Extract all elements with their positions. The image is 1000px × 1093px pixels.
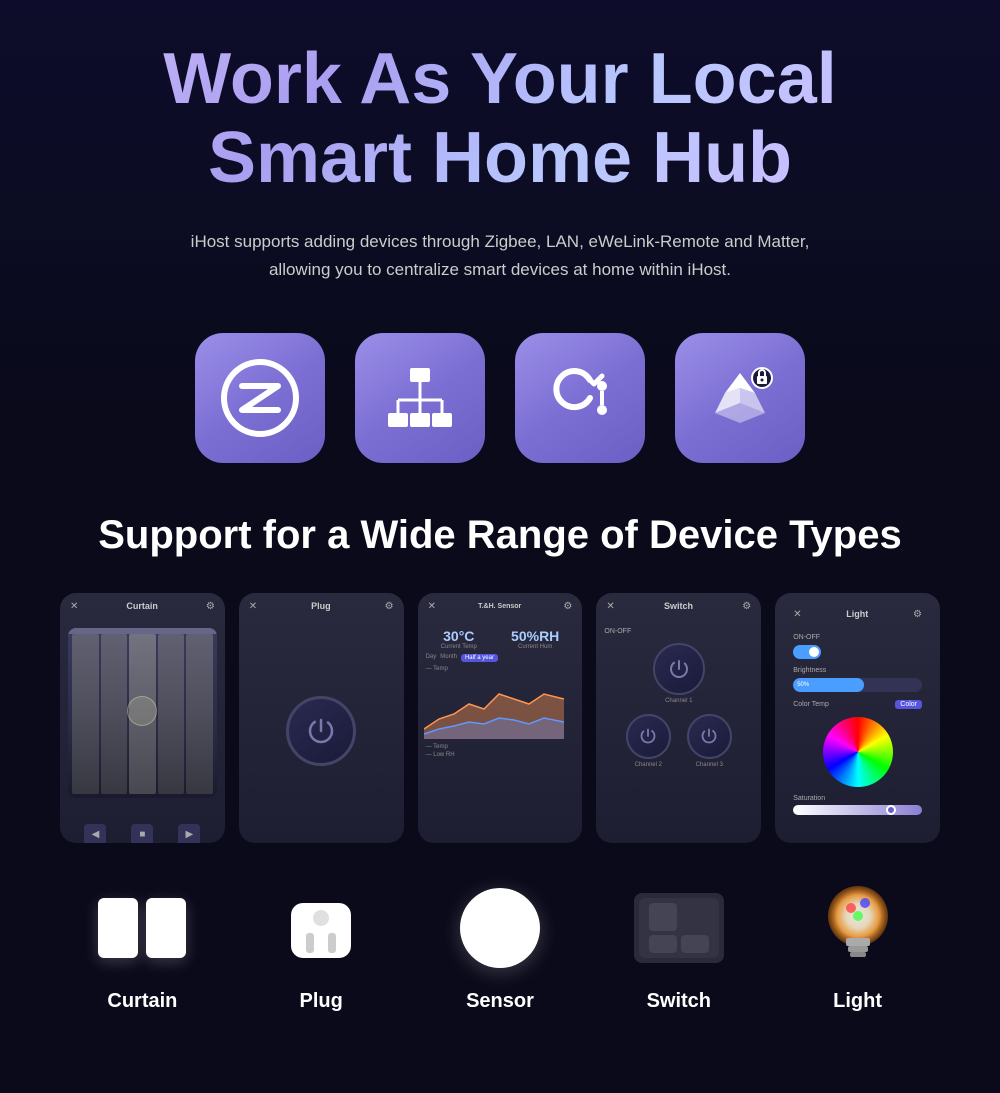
half-year-tab[interactable]: Half a year <box>461 654 498 662</box>
ewelink-icon-wrapper <box>515 333 645 463</box>
light-device-label: Light <box>833 990 882 1013</box>
color-tab[interactable]: Color <box>895 700 922 709</box>
light-gear-icon[interactable]: ⚙ <box>913 609 922 620</box>
channel3-power-icon <box>700 727 718 745</box>
sensor-gear-icon[interactable]: ⚙ <box>563 601 572 612</box>
sensor-card-header: ✕ T.&H. Sensor ⚙ <box>418 593 583 620</box>
switch-gear-icon[interactable]: ⚙ <box>742 601 751 612</box>
light-toggle[interactable] <box>793 645 821 659</box>
matter-icon-wrapper <box>675 333 805 463</box>
sensor-card: ✕ T.&H. Sensor ⚙ 30°C Current Temp 50%RH… <box>418 593 583 843</box>
device-cards-row: ✕ Curtain ⚙ <box>60 593 940 843</box>
channel2-power-icon <box>639 727 657 745</box>
curtain-card-title: Curtain <box>126 601 158 611</box>
device-items-row: Curtain Plug Se <box>60 878 940 1013</box>
temp-legend: — Temp <box>426 666 448 672</box>
curtain-gear-icon[interactable]: ⚙ <box>206 601 215 612</box>
humidity-label: Current Hum <box>511 644 559 650</box>
saturation-bar[interactable] <box>793 805 922 815</box>
curtain-device-image <box>82 878 202 978</box>
curtain-close-icon[interactable]: ✕ <box>70 601 78 612</box>
temp-label: Current Temp <box>441 644 477 650</box>
protocol-icons-row <box>60 333 940 463</box>
switch-card: ✕ Switch ⚙ ON-OFF Channel 1 <box>596 593 761 843</box>
light-device-item: Light <box>775 878 940 1013</box>
section-title: Support for a Wide Range of Device Types <box>60 513 940 558</box>
switch-on-off-label: ON-OFF <box>604 628 753 635</box>
sensor-device-label: Sensor <box>466 990 534 1013</box>
color-wheel[interactable] <box>823 717 893 787</box>
matter-icon <box>700 358 780 438</box>
month-tab[interactable]: Month <box>440 654 457 662</box>
light-controls: ON-OFF Brightness 50% <box>783 628 932 821</box>
sensor-device-image <box>440 878 560 978</box>
plug-card-title: Plug <box>311 601 331 611</box>
sensor-card-title: T.&H. Sensor <box>478 603 521 610</box>
temp-legend-2: — Temp <box>426 744 575 750</box>
zigbee-icon-wrapper <box>195 333 325 463</box>
brightness-value: 50% <box>797 682 809 688</box>
temp-value: 30°C <box>441 628 477 644</box>
sensor-device-item: Sensor <box>418 878 583 1013</box>
channel1-power-icon <box>668 658 690 680</box>
curtain-card-header: ✕ Curtain ⚙ <box>60 593 225 620</box>
plug-gear-icon[interactable]: ⚙ <box>385 601 394 612</box>
light-on-off-label: ON-OFF <box>793 634 922 641</box>
brightness-label: Brightness <box>793 667 922 674</box>
power-icon <box>306 716 336 746</box>
day-tab[interactable]: Day <box>426 654 437 662</box>
lan-icon <box>380 358 460 438</box>
color-temp-label: Color Temp <box>793 701 829 708</box>
sensor-chart <box>418 674 583 744</box>
plug-card-header: ✕ Plug ⚙ <box>239 593 404 620</box>
plug-device-label: Plug <box>300 990 343 1013</box>
saturation-label: Saturation <box>793 795 922 802</box>
plug-device-image <box>261 878 381 978</box>
channel1-button[interactable] <box>653 643 705 695</box>
switch-card-header: ✕ Switch ⚙ <box>596 593 761 620</box>
ewelink-icon <box>540 358 620 438</box>
curtain-device-label: Curtain <box>107 990 177 1013</box>
switch-channels-row: Channel 2 Channel 3 <box>604 714 753 768</box>
switch-close-icon[interactable]: ✕ <box>606 601 614 612</box>
light-svg <box>813 878 903 978</box>
plug-svg <box>271 883 371 973</box>
sensor-close-icon[interactable]: ✕ <box>428 601 436 612</box>
light-card-title: Light <box>846 609 868 619</box>
page-wrapper: Work As Your Local Smart Home Hub iHost … <box>0 0 1000 1093</box>
plug-power-button[interactable] <box>286 696 356 766</box>
light-card-header: ✕ Light ⚙ <box>783 601 932 628</box>
hero-subtitle: iHost supports adding devices through Zi… <box>175 228 825 282</box>
channel3-label: Channel 3 <box>687 762 732 768</box>
hero-title: Work As Your Local Smart Home Hub <box>60 40 940 198</box>
channel1-label: Channel 1 <box>653 698 705 704</box>
switch-device-item: Switch <box>596 878 761 1013</box>
light-device-image <box>798 878 918 978</box>
switch-channel1-area: Channel 1 <box>604 643 753 704</box>
brightness-bar[interactable]: 50% <box>793 678 922 692</box>
plug-card: ✕ Plug ⚙ <box>239 593 404 843</box>
light-close-icon[interactable]: ✕ <box>793 609 801 620</box>
channel2-button[interactable] <box>626 714 671 759</box>
light-card: ✕ Light ⚙ ON-OFF Brightness 50% <box>775 593 940 843</box>
switch-device-image <box>619 878 739 978</box>
curtain-card: ✕ Curtain ⚙ <box>60 593 225 843</box>
plug-device-item: Plug <box>239 878 404 1013</box>
curtain-device-item: Curtain <box>60 878 225 1013</box>
switch-device-label: Switch <box>647 990 711 1013</box>
low-legend: — Low RH <box>426 752 575 758</box>
plug-power-area <box>239 620 404 843</box>
channel2-label: Channel 2 <box>626 762 671 768</box>
humidity-value: 50%RH <box>511 628 559 644</box>
lan-icon-wrapper <box>355 333 485 463</box>
plug-close-icon[interactable]: ✕ <box>249 601 257 612</box>
switch-card-title: Switch <box>664 601 693 611</box>
zigbee-icon <box>220 358 300 438</box>
switch-svg <box>624 883 734 973</box>
channel3-button[interactable] <box>687 714 732 759</box>
